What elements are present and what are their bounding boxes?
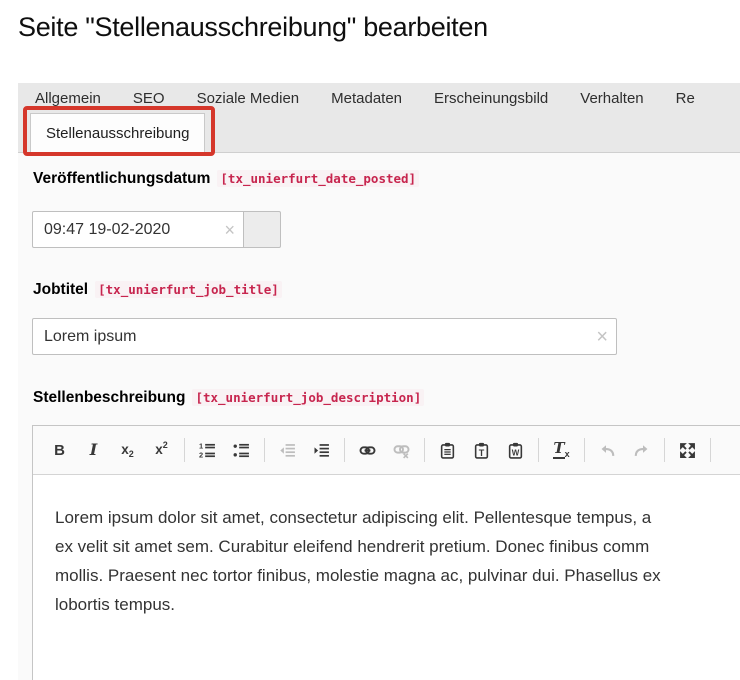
tab-seo[interactable]: SEO <box>117 90 181 107</box>
date-posted-input[interactable] <box>33 212 243 247</box>
toolbar-separator <box>184 438 185 462</box>
tab-stellenausschreibung[interactable]: Stellenausschreibung <box>30 113 205 153</box>
paste-icon[interactable] <box>434 437 461 464</box>
date-clear-icon[interactable]: × <box>222 219 237 241</box>
form-panel: Veröffentlichungsdatum[tx_unierfurt_date… <box>18 153 740 680</box>
date-posted-field-code: [tx_unierfurt_date_posted] <box>217 170 419 187</box>
paste-word-icon[interactable]: W <box>502 437 529 464</box>
bold-icon[interactable]: B <box>46 437 73 464</box>
toolbar-separator <box>710 438 711 462</box>
calendar-button[interactable] <box>243 211 281 248</box>
svg-text:W: W <box>512 448 520 457</box>
job-description-field-code: [tx_unierfurt_job_description] <box>192 389 424 406</box>
rte-toolbar: BIx2 x2 1 2 T W Tx <box>33 426 740 475</box>
rte-text-line: Lorem ipsum dolor sit amet, consectetur … <box>55 503 740 532</box>
job-description-label: Stellenbeschreibung[tx_unierfurt_job_des… <box>33 389 424 407</box>
job-title-label: Jobtitel[tx_unierfurt_job_title] <box>33 281 282 299</box>
date-posted-input-group: × <box>32 211 281 248</box>
rte-content[interactable]: Lorem ipsum dolor sit amet, consectetur … <box>33 475 740 619</box>
italic-icon[interactable]: I <box>80 437 107 464</box>
tab-erscheinungsbild[interactable]: Erscheinungsbild <box>418 90 564 107</box>
toolbar-separator <box>344 438 345 462</box>
tab-soziale-medien[interactable]: Soziale Medien <box>181 90 316 107</box>
rte-text-line: ex velit sit amet sem. Curabitur eleifen… <box>55 532 740 561</box>
active-tab-label: Stellenausschreibung <box>46 125 189 142</box>
tab-allgemein[interactable]: Allgemein <box>19 90 117 107</box>
job-title-input-group: × <box>32 318 617 355</box>
maximize-icon[interactable] <box>674 437 701 464</box>
tab-metadaten[interactable]: Metadaten <box>315 90 418 107</box>
undo-icon[interactable] <box>594 437 621 464</box>
bullet-list-icon[interactable] <box>228 437 255 464</box>
tab-verhalten[interactable]: Verhalten <box>564 90 659 107</box>
toolbar-separator <box>424 438 425 462</box>
paste-text-icon[interactable]: T <box>468 437 495 464</box>
svg-text:T: T <box>479 447 485 457</box>
tab-re[interactable]: Re <box>660 90 711 107</box>
toolbar-separator <box>264 438 265 462</box>
indent-icon[interactable] <box>308 437 335 464</box>
job-title-input[interactable] <box>33 319 616 354</box>
rte-text-line: lobortis tempus. <box>55 590 740 619</box>
page-title: Seite "Stellenausschreibung" bearbeiten <box>18 12 488 43</box>
date-posted-label: Veröffentlichungsdatum[tx_unierfurt_date… <box>33 170 419 188</box>
numbered-list-icon[interactable]: 1 2 <box>194 437 221 464</box>
tab-strip: AllgemeinSEOSoziale MedienMetadatenErsch… <box>18 83 740 153</box>
job-title-field-code: [tx_unierfurt_job_title] <box>95 281 282 298</box>
outdent-icon[interactable] <box>274 437 301 464</box>
unlink-icon[interactable] <box>388 437 415 464</box>
redo-icon[interactable] <box>628 437 655 464</box>
remove-format-icon[interactable]: Tx <box>548 437 575 464</box>
superscript-icon[interactable]: x2 <box>148 437 175 464</box>
toolbar-separator <box>584 438 585 462</box>
svg-text:2: 2 <box>199 450 203 459</box>
subscript-icon[interactable]: x2 <box>114 437 141 464</box>
toolbar-separator <box>538 438 539 462</box>
tab-row: AllgemeinSEOSoziale MedienMetadatenErsch… <box>18 83 740 113</box>
toolbar-separator <box>664 438 665 462</box>
rte-text-line: mollis. Praesent nec tortor finibus, mol… <box>55 561 740 590</box>
job-title-clear-icon[interactable]: × <box>594 325 610 349</box>
rich-text-editor: BIx2 x2 1 2 T W Tx <box>32 425 740 680</box>
link-icon[interactable] <box>354 437 381 464</box>
